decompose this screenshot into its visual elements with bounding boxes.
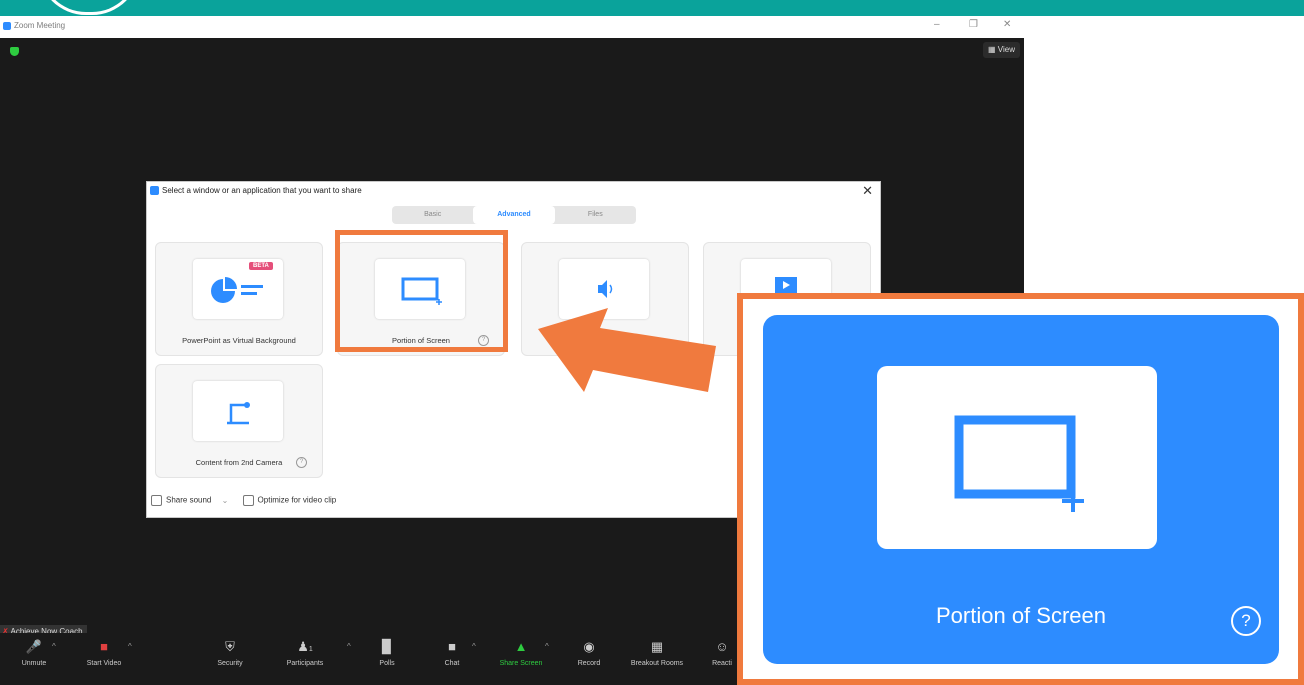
- share-screen-icon: ▲: [514, 639, 528, 654]
- security-button[interactable]: ⛨ Security: [198, 639, 262, 667]
- zoom-app-icon: [3, 22, 11, 30]
- share-sound-label: Share sound: [166, 495, 212, 505]
- help-icon: ?: [1231, 606, 1261, 636]
- start-video-label: Start Video: [86, 660, 122, 667]
- dialog-title: Select a window or an application that y…: [162, 186, 362, 195]
- view-button[interactable]: ▦ View: [983, 42, 1020, 58]
- enlarged-thumbnail: [877, 366, 1157, 549]
- participants-icon: ♟1: [297, 639, 313, 654]
- card-label: PowerPoint as Virtual Background: [182, 336, 296, 345]
- tab-advanced[interactable]: Advanced: [473, 206, 555, 224]
- record-label: Record: [577, 660, 601, 667]
- minimize-icon[interactable]: –: [934, 19, 940, 30]
- breakout-rooms-label: Breakout Rooms: [630, 660, 684, 667]
- chevron-down-icon[interactable]: ⌄: [222, 496, 229, 505]
- breakout-rooms-button[interactable]: ▦ Breakout Rooms: [625, 639, 689, 667]
- unmute-button[interactable]: 🎤 ^ Unmute: [2, 639, 66, 667]
- second-camera-card[interactable]: Content from 2nd Camera ?: [155, 364, 323, 478]
- restore-icon[interactable]: ❐: [969, 19, 978, 30]
- share-screen-label: Share Screen: [499, 660, 543, 667]
- participants-label: Participants: [286, 660, 324, 667]
- security-label: Security: [217, 660, 243, 667]
- optimize-label: Optimize for video clip: [257, 495, 337, 505]
- portion-screen-icon: [954, 415, 1084, 512]
- logo-ring: [38, 0, 140, 15]
- card-thumbnail: BETA: [193, 259, 283, 319]
- dialog-options: Share sound ⌄ Optimize for video clip: [151, 495, 336, 506]
- share-tabs: Basic Advanced Files: [392, 206, 636, 224]
- portion-of-screen-enlarged-card: Portion of Screen ?: [763, 315, 1279, 664]
- record-icon: ◉: [583, 639, 595, 654]
- pointer-arrow-icon: [538, 308, 716, 392]
- help-icon[interactable]: ?: [296, 457, 307, 468]
- chat-button[interactable]: ■ ^ Chat: [420, 639, 484, 667]
- beta-badge: BETA: [249, 262, 273, 270]
- participant-count: 1: [308, 646, 313, 653]
- zoom-inset: Portion of Screen ?: [737, 293, 1304, 685]
- tab-files[interactable]: Files: [555, 206, 636, 224]
- start-video-button[interactable]: ■ ^ Start Video: [72, 639, 136, 667]
- polls-label: Polls: [379, 660, 395, 667]
- unmute-label: Unmute: [21, 660, 47, 667]
- close-window-icon[interactable]: ✕: [1003, 19, 1011, 30]
- camera-icon: [227, 402, 250, 425]
- polls-button[interactable]: ▉ Polls: [355, 639, 419, 667]
- chevron-up-icon[interactable]: ^: [52, 642, 56, 651]
- video-off-icon: ■: [100, 639, 108, 654]
- powerpoint-card[interactable]: BETA PowerPoint as Virtual Background: [155, 242, 323, 356]
- mic-muted-icon: 🎤: [25, 639, 43, 654]
- zoom-app-icon: [150, 186, 159, 195]
- chevron-up-icon[interactable]: ^: [545, 642, 549, 651]
- view-label: View: [997, 45, 1015, 54]
- window-titlebar: Zoom Meeting – ❐ ✕: [0, 16, 1024, 38]
- encryption-shield-icon[interactable]: [10, 47, 19, 56]
- shield-icon: ⛨: [225, 639, 235, 654]
- breakout-rooms-icon: ▦: [650, 639, 664, 654]
- tab-basic[interactable]: Basic: [392, 206, 473, 224]
- chat-label: Chat: [444, 660, 460, 667]
- optimize-checkbox[interactable]: [242, 495, 254, 506]
- enlarged-label: Portion of Screen: [936, 603, 1106, 628]
- grid-icon: ▦: [988, 45, 996, 54]
- highlight-box: [335, 230, 508, 352]
- window-title: Zoom Meeting: [14, 21, 66, 30]
- chevron-up-icon[interactable]: ^: [347, 642, 351, 651]
- share-sound-checkbox[interactable]: [151, 495, 162, 506]
- participants-button[interactable]: ♟1 ^ Participants: [273, 639, 351, 667]
- chevron-up-icon[interactable]: ^: [128, 642, 132, 651]
- record-button[interactable]: ◉ Record: [557, 639, 621, 667]
- close-icon[interactable]: ✕: [862, 183, 873, 199]
- card-thumbnail: [193, 381, 283, 441]
- brand-header-bar: [0, 0, 1304, 16]
- share-screen-button[interactable]: ▲ ^ Share Screen: [489, 639, 553, 667]
- polls-icon: ▉: [382, 639, 392, 654]
- chevron-up-icon[interactable]: ^: [472, 642, 476, 651]
